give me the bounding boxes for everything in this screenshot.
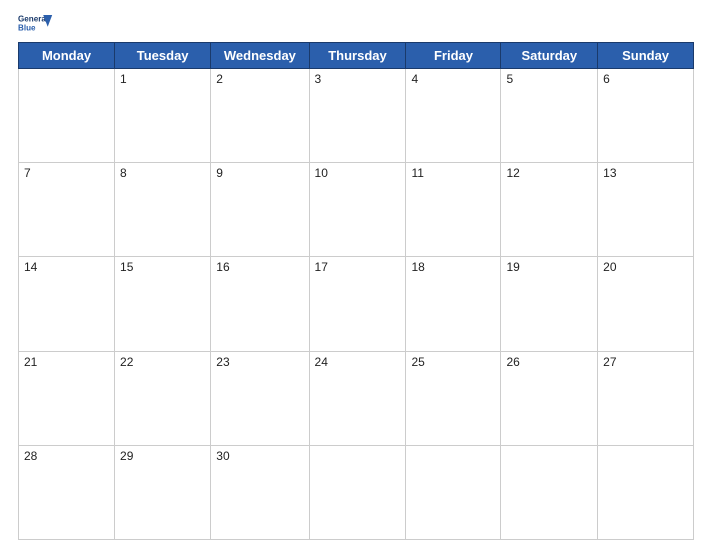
- calendar-grid: MondayTuesdayWednesdayThursdayFridaySatu…: [18, 42, 694, 540]
- svg-text:Blue: Blue: [18, 23, 36, 32]
- day-number: 21: [24, 355, 37, 369]
- calendar-cell: 9: [211, 163, 309, 257]
- day-number: 4: [411, 72, 418, 86]
- day-number: 15: [120, 260, 133, 274]
- day-number: 16: [216, 260, 229, 274]
- day-number: 24: [315, 355, 328, 369]
- day-number: 5: [506, 72, 513, 86]
- calendar-cell: [19, 69, 115, 163]
- day-number: 26: [506, 355, 519, 369]
- day-number: 3: [315, 72, 322, 86]
- week-row-2: 7 8 9 10 11 12 13: [19, 163, 694, 257]
- calendar-cell: [598, 445, 694, 539]
- day-number: 8: [120, 166, 127, 180]
- calendar-cell: 17: [309, 257, 406, 351]
- day-number: 30: [216, 449, 229, 463]
- calendar-cell: 24: [309, 351, 406, 445]
- day-number: 7: [24, 166, 31, 180]
- calendar-cell: 10: [309, 163, 406, 257]
- calendar-cell: 4: [406, 69, 501, 163]
- day-number: 29: [120, 449, 133, 463]
- calendar-cell: 8: [115, 163, 211, 257]
- day-number: 28: [24, 449, 37, 463]
- day-number: 12: [506, 166, 519, 180]
- calendar-cell: 12: [501, 163, 598, 257]
- day-number: 20: [603, 260, 616, 274]
- calendar-cell: 5: [501, 69, 598, 163]
- day-number: 19: [506, 260, 519, 274]
- calendar-cell: 16: [211, 257, 309, 351]
- week-row-1: 1 2 3 4 5 6: [19, 69, 694, 163]
- calendar-cell: 3: [309, 69, 406, 163]
- day-number: 2: [216, 72, 223, 86]
- day-number: 27: [603, 355, 616, 369]
- calendar-cell: 25: [406, 351, 501, 445]
- calendar-cell: 20: [598, 257, 694, 351]
- calendar-cell: 29: [115, 445, 211, 539]
- calendar-cell: 26: [501, 351, 598, 445]
- calendar-cell: 30: [211, 445, 309, 539]
- calendar-cell: 14: [19, 257, 115, 351]
- day-number: 23: [216, 355, 229, 369]
- calendar-cell: 19: [501, 257, 598, 351]
- weekday-header-sunday: Sunday: [598, 43, 694, 69]
- day-number: 11: [411, 166, 423, 180]
- calendar-cell: 2: [211, 69, 309, 163]
- calendar-cell: 15: [115, 257, 211, 351]
- day-number: 18: [411, 260, 424, 274]
- weekday-header-monday: Monday: [19, 43, 115, 69]
- day-number: 25: [411, 355, 424, 369]
- weekday-header-row: MondayTuesdayWednesdayThursdayFridaySatu…: [19, 43, 694, 69]
- calendar-cell: 18: [406, 257, 501, 351]
- day-number: 1: [120, 72, 127, 86]
- day-number: 22: [120, 355, 133, 369]
- weekday-header-thursday: Thursday: [309, 43, 406, 69]
- calendar-cell: 7: [19, 163, 115, 257]
- calendar-cell: 6: [598, 69, 694, 163]
- weekday-header-tuesday: Tuesday: [115, 43, 211, 69]
- calendar-cell: 1: [115, 69, 211, 163]
- week-row-3: 14 15 16 17 18 19 20: [19, 257, 694, 351]
- week-row-4: 21 22 23 24 25 26 27: [19, 351, 694, 445]
- calendar-cell: [501, 445, 598, 539]
- calendar-cell: [406, 445, 501, 539]
- calendar-cell: 23: [211, 351, 309, 445]
- day-number: 17: [315, 260, 328, 274]
- day-number: 14: [24, 260, 37, 274]
- calendar-cell: 11: [406, 163, 501, 257]
- calendar-cell: 13: [598, 163, 694, 257]
- weekday-header-friday: Friday: [406, 43, 501, 69]
- calendar-cell: 27: [598, 351, 694, 445]
- calendar-cell: [309, 445, 406, 539]
- calendar-cell: 28: [19, 445, 115, 539]
- day-number: 6: [603, 72, 610, 86]
- day-number: 9: [216, 166, 223, 180]
- weekday-header-saturday: Saturday: [501, 43, 598, 69]
- logo-icon: General Blue: [18, 10, 54, 38]
- day-number: 10: [315, 166, 328, 180]
- day-number: 13: [603, 166, 616, 180]
- week-row-5: 28 29 30: [19, 445, 694, 539]
- calendar-cell: 22: [115, 351, 211, 445]
- logo: General Blue: [18, 10, 54, 38]
- calendar-header: General Blue: [18, 10, 694, 38]
- weekday-header-wednesday: Wednesday: [211, 43, 309, 69]
- calendar-cell: 21: [19, 351, 115, 445]
